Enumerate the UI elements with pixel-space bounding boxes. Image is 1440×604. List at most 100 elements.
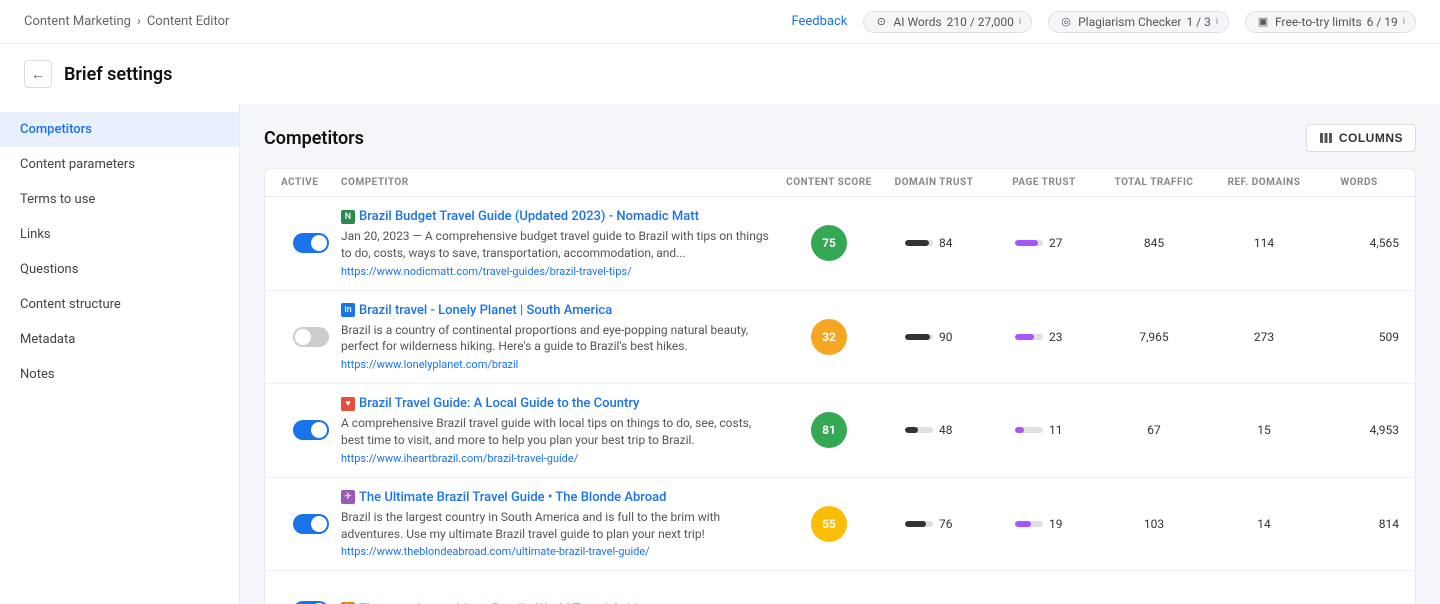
page-trust-value: 27	[1049, 236, 1073, 250]
site-icon: N	[341, 210, 355, 224]
domain-trust-bar	[905, 240, 929, 246]
competitor-cell: in Brazil travel - Lonely Planet | South …	[341, 303, 779, 372]
words-cell: 4,953	[1319, 423, 1399, 437]
domain-trust-value: 90	[939, 330, 963, 344]
table-header: ACTIVE COMPETITOR CONTENT SCORE DOMAIN T…	[265, 169, 1415, 197]
domain-trust-value: 76	[939, 517, 963, 531]
site-icon: ♥	[341, 397, 355, 411]
table-row: in Brazil travel - Lonely Planet | South …	[265, 291, 1415, 385]
row-toggle[interactable]	[293, 327, 329, 347]
freetry-badge[interactable]: ▣ Free-to-try limits 6 / 19 i	[1245, 11, 1416, 33]
page-trust-bar	[1015, 427, 1024, 433]
col-domain-trust: DOMAIN TRUST	[879, 177, 989, 188]
page-trust-cell: 11	[989, 423, 1099, 437]
site-icon: in	[341, 303, 355, 317]
ai-words-badge[interactable]: ⊙ AI Words 210 / 27,000 i	[863, 11, 1032, 33]
plagiarism-info-icon: i	[1216, 17, 1218, 27]
breadcrumb: Content Marketing › Content Editor	[24, 14, 229, 29]
col-total-traffic-label: TOTAL TRAFFIC	[1115, 177, 1194, 188]
competitor-url[interactable]: https://www.theblondeabroad.com/ultimate…	[341, 545, 771, 558]
back-button[interactable]: ←	[24, 60, 52, 88]
toggle-cell	[281, 514, 341, 534]
page-trust-bar	[1015, 240, 1038, 246]
page-trust-bar	[1015, 334, 1034, 340]
breadcrumb-item-1[interactable]: Content Marketing	[24, 14, 131, 29]
row-toggle[interactable]	[293, 233, 329, 253]
page-trust-cell: 19	[989, 517, 1099, 531]
domain-trust-cell: 76	[879, 517, 989, 531]
freetry-label: Free-to-try limits	[1275, 15, 1362, 29]
sidebar-item-notes[interactable]: Notes	[0, 357, 239, 392]
columns-button[interactable]: COLUMNS	[1306, 124, 1416, 152]
feedback-link[interactable]: Feedback	[791, 14, 847, 29]
breadcrumb-item-2[interactable]: Content Editor	[147, 14, 230, 29]
competitor-title[interactable]: in Brazil travel - Lonely Planet | South …	[341, 303, 771, 318]
competitor-title[interactable]: ✈The Ultimate Brazil Travel Guide • The …	[341, 490, 771, 505]
domain-trust-bar	[905, 334, 930, 340]
ai-words-label: AI Words	[893, 15, 941, 29]
score-badge: 32	[811, 319, 847, 355]
total-traffic-cell: 103	[1099, 517, 1209, 531]
competitor-title[interactable]: N Brazil Budget Travel Guide (Updated 202…	[341, 209, 771, 224]
table-row: N Brazil Budget Travel Guide (Updated 202…	[265, 197, 1415, 291]
competitor-url[interactable]: https://www.lonelyplanet.com/brazil	[341, 358, 771, 371]
col-page-trust: PAGE TRUST	[989, 177, 1099, 188]
ref-domains-cell: 15	[1209, 423, 1319, 437]
score-badge: 55	[811, 506, 847, 542]
page-trust-bar-container	[1015, 240, 1043, 246]
content-area: Competitors COLUMNS ACTIVE COMPETITOR CO…	[240, 104, 1440, 604]
competitor-title-text[interactable]: Brazil Travel Guide: A Local Guide to th…	[359, 396, 639, 411]
page-trust-value: 11	[1049, 423, 1073, 437]
sidebar-item-terms-to-use[interactable]: Terms to use	[0, 182, 239, 217]
table-row: ✈The Ultimate Brazil Travel Guide • The …	[265, 478, 1415, 572]
sidebar-item-competitors[interactable]: Competitors	[0, 112, 239, 147]
competitor-title-text[interactable]: Brazil Budget Travel Guide (Updated 2023…	[359, 209, 699, 224]
ai-words-count: 210 / 27,000	[947, 15, 1014, 29]
sidebar: CompetitorsContent parametersTerms to us…	[0, 104, 240, 604]
toggle-cell	[281, 327, 341, 347]
competitor-title[interactable]: ♥ Brazil Travel Guide: A Local Guide to t…	[341, 396, 771, 411]
col-domain-trust-label: DOMAIN TRUST	[895, 177, 974, 188]
domain-trust-cell: 90	[879, 330, 989, 344]
page-trust-bar-container	[1015, 521, 1043, 527]
score-badge: 81	[811, 412, 847, 448]
col-words: WORDS	[1319, 177, 1399, 188]
table-row: ♥ Brazil Travel Guide: A Local Guide to t…	[265, 384, 1415, 478]
col-competitor: COMPETITOR	[341, 177, 779, 188]
sidebar-item-questions[interactable]: Questions	[0, 252, 239, 287]
page-trust-value: 19	[1049, 517, 1073, 531]
competitor-url[interactable]: https://www.iheartbrazil.com/brazil-trav…	[341, 452, 771, 465]
ai-words-icon: ⊙	[874, 15, 888, 29]
row-toggle[interactable]	[293, 420, 329, 440]
content-score-cell: 75	[779, 225, 879, 261]
page-trust-value: 23	[1049, 330, 1073, 344]
sidebar-item-content-structure[interactable]: Content structure	[0, 287, 239, 322]
competitor-title-text[interactable]: The Ultimate Brazil Travel Guide • The B…	[359, 490, 666, 505]
competitor-title-text[interactable]: Brazil travel - Lonely Planet | South Am…	[359, 303, 612, 318]
ref-domains-cell: 273	[1209, 330, 1319, 344]
total-traffic-cell: 7,965	[1099, 330, 1209, 344]
col-total-traffic: TOTAL TRAFFIC	[1099, 177, 1209, 188]
domain-trust-bar-container	[905, 334, 933, 340]
plagiarism-icon: ◎	[1059, 15, 1073, 29]
competitor-url[interactable]: https://www.nodicmatt.com/travel-guides/…	[341, 265, 771, 278]
ref-domains-cell: 114	[1209, 236, 1319, 250]
page-title: Brief settings	[64, 64, 172, 85]
sidebar-item-metadata[interactable]: Metadata	[0, 322, 239, 357]
total-traffic-cell: 845	[1099, 236, 1209, 250]
page-trust-cell: 27	[989, 236, 1099, 250]
domain-trust-cell: 84	[879, 236, 989, 250]
sidebar-item-content-parameters[interactable]: Content parameters	[0, 147, 239, 182]
sidebar-item-links[interactable]: Links	[0, 217, 239, 252]
table-row: 🌎The complete guide to Brazil - World Tr…	[265, 571, 1415, 604]
section-title: Competitors	[264, 128, 364, 149]
competitor-desc: A comprehensive Brazil travel guide with…	[341, 415, 771, 449]
content-score-cell: 81	[779, 412, 879, 448]
domain-trust-bar	[905, 521, 926, 527]
ref-domains-cell: 14	[1209, 517, 1319, 531]
score-badge: 75	[811, 225, 847, 261]
plagiarism-label: Plagiarism Checker	[1078, 15, 1181, 29]
row-toggle[interactable]	[293, 514, 329, 534]
plagiarism-badge[interactable]: ◎ Plagiarism Checker 1 / 3 i	[1048, 11, 1229, 33]
columns-label: COLUMNS	[1339, 131, 1403, 145]
